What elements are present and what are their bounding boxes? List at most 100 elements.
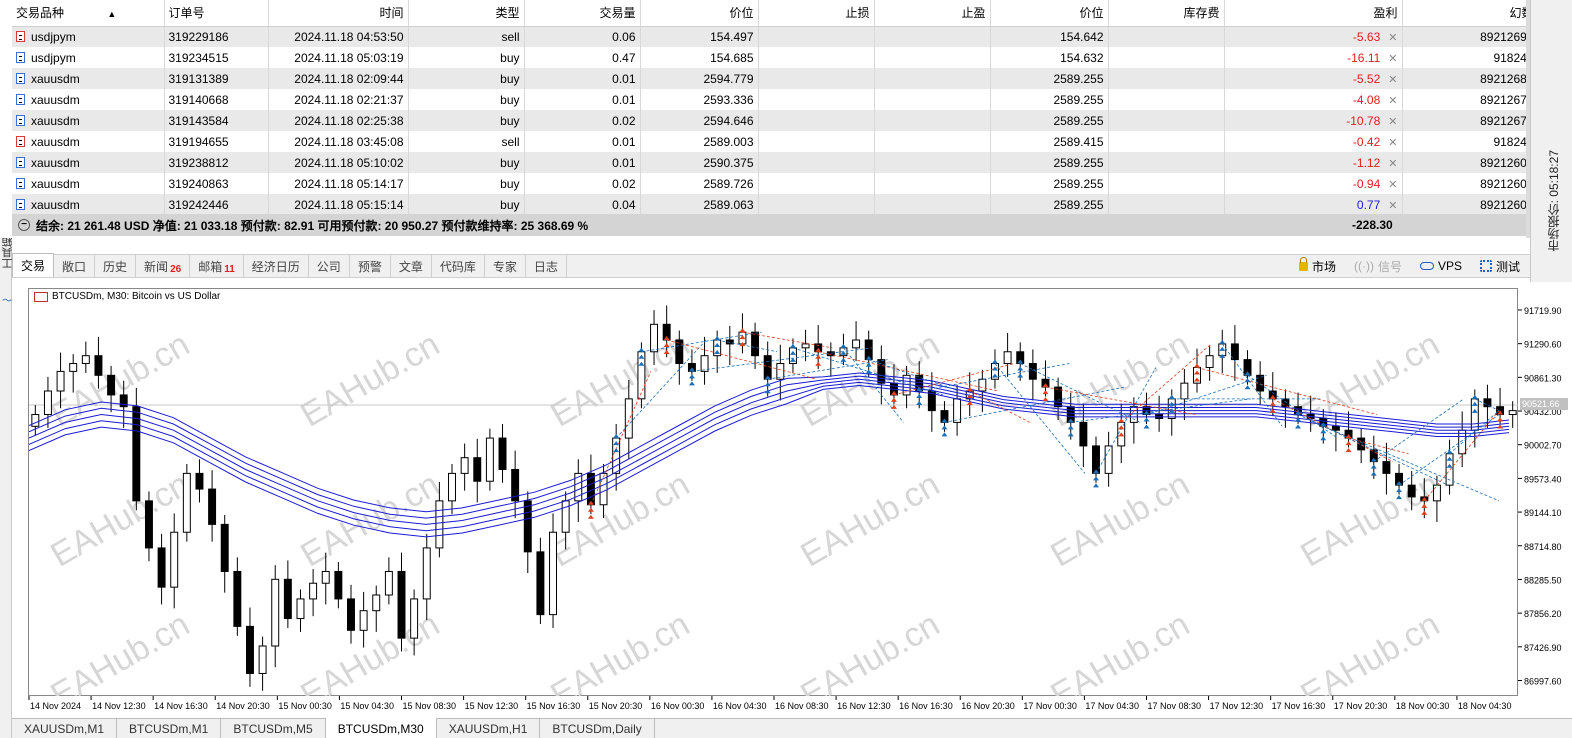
candle — [1180, 382, 1189, 400]
col-header-price[interactable]: 价位 — [990, 0, 1109, 27]
close-position-icon[interactable]: ✕ — [1388, 53, 1397, 65]
table-row[interactable]: xauusdm 319242446 2024.11.18 05:15:14 buy 0.… — [12, 194, 1539, 215]
cell-sl[interactable] — [758, 110, 875, 131]
account-summary-row[interactable]: − 结余: 21 261.48 USD 净值: 21 033.18 预付款: 8… — [12, 214, 1526, 236]
cell-tp[interactable] — [874, 26, 991, 47]
cell-sl[interactable] — [758, 131, 875, 152]
order-buy-icon — [16, 157, 25, 168]
candle — [334, 570, 343, 600]
cell-sl[interactable] — [758, 47, 875, 68]
tab-2[interactable]: 历史 — [95, 255, 137, 277]
tab-8[interactable]: 文章 — [391, 255, 432, 277]
tester-button[interactable]: 测试 — [1479, 258, 1520, 275]
cell-tp[interactable] — [874, 47, 991, 68]
col-header-volume[interactable]: 交易量 — [524, 0, 641, 27]
cell-time: 2024.11.18 03:45:08 — [268, 131, 409, 152]
candle — [31, 414, 40, 427]
symbol-tab[interactable]: XAUUSDm,H1 — [437, 719, 541, 738]
cell-symbol: usdjpym — [31, 50, 76, 65]
table-row[interactable]: usdjpym 319229186 2024.11.18 04:53:50 sell 0… — [12, 26, 1539, 47]
chart-canvas[interactable]: EAHub.cn EAHub.cn EAHub.cn EAHub.cn EAHub.cn… — [29, 289, 1519, 697]
cell-price: 2589.255 — [990, 152, 1109, 173]
symbol-tab[interactable]: BTCUSDm,M5 — [221, 719, 326, 738]
tab-10[interactable]: 专家 — [485, 255, 526, 277]
cell-tp[interactable] — [874, 194, 991, 215]
col-header-type[interactable]: 类型 — [408, 0, 525, 27]
candle — [1167, 398, 1176, 419]
line-tool-icon[interactable]: 〜 — [2, 292, 18, 308]
table-row[interactable]: xauusdm 319194655 2024.11.18 03:45:08 sell 0… — [12, 131, 1539, 152]
cell-tp[interactable] — [874, 131, 991, 152]
cell-sl[interactable] — [758, 173, 875, 194]
table-row[interactable]: usdjpym 319234515 2024.11.18 05:03:19 buy 0.… — [12, 47, 1539, 68]
close-position-icon[interactable]: ✕ — [1388, 158, 1397, 170]
tab-label: 经济日历 — [251, 259, 300, 274]
cell-tp[interactable] — [874, 152, 991, 173]
tab-3[interactable]: 新闻 26 — [136, 255, 191, 277]
cell-price: 2589.255 — [990, 173, 1109, 194]
col-header-profit[interactable]: 盈利 — [1224, 0, 1403, 27]
tab-1[interactable]: 敞口 — [54, 255, 96, 277]
symbol-tab[interactable]: XAUUSDm,M1 — [12, 719, 118, 738]
collapse-icon[interactable]: − — [18, 219, 30, 231]
tab-7[interactable]: 预警 — [350, 255, 391, 277]
candle — [801, 343, 810, 349]
table-row[interactable]: xauusdm 319131389 2024.11.18 02:09:44 buy 0.… — [12, 68, 1539, 89]
col-header-magic[interactable]: 幻数 — [1402, 0, 1539, 27]
close-position-icon[interactable]: ✕ — [1388, 74, 1397, 86]
price-tick-label: 91719.90 — [1524, 306, 1562, 316]
time-axis[interactable]: 14 Nov 2024 14 Nov 12:30 14 Nov 16:30 14 No… — [28, 696, 1572, 716]
vps-button[interactable]: VPS — [1419, 259, 1462, 273]
tab-11[interactable]: 日志 — [526, 255, 567, 277]
cell-volume: 0.02 — [524, 110, 641, 131]
col-header-tp[interactable]: 止盈 — [874, 0, 991, 27]
table-row[interactable]: xauusdm 319240863 2024.11.18 05:14:17 buy 0.… — [12, 173, 1539, 194]
cell-sl[interactable] — [758, 194, 875, 215]
price-chart[interactable]: EAHub.cn EAHub.cn EAHub.cn EAHub.cn EAHub.cn… — [28, 288, 1519, 697]
signals-button[interactable]: ((·)) 信号 — [1354, 258, 1402, 275]
cell-tp[interactable] — [874, 110, 991, 131]
col-header-sl[interactable]: 止损 — [758, 0, 875, 27]
table-row[interactable]: xauusdm 319143584 2024.11.18 02:25:38 buy 0.… — [12, 110, 1539, 131]
cell-sl[interactable] — [758, 26, 875, 47]
close-position-icon[interactable]: ✕ — [1388, 137, 1397, 149]
close-position-icon[interactable]: ✕ — [1388, 116, 1397, 128]
cell-price: 2589.255 — [990, 89, 1109, 110]
col-header-swap[interactable]: 库存费 — [1108, 0, 1225, 27]
cell-open-price: 2594.646 — [640, 110, 759, 131]
symbol-tab[interactable]: BTCUSDm,M1 — [117, 719, 222, 738]
cell-tp[interactable] — [874, 68, 991, 89]
cell-tp[interactable] — [874, 173, 991, 194]
close-position-icon[interactable]: ✕ — [1388, 32, 1397, 44]
col-header-ticket[interactable]: 订单号 — [164, 0, 269, 27]
tab-6[interactable]: 公司 — [309, 255, 350, 277]
cell-sl[interactable] — [758, 152, 875, 173]
symbol-tab[interactable]: BTCUSDm,M30 — [325, 717, 437, 738]
tab-0[interactable]: 交易 — [12, 253, 55, 277]
close-position-icon[interactable]: ✕ — [1388, 179, 1397, 191]
table-row[interactable]: xauusdm 319238812 2024.11.18 05:10:02 buy 0.… — [12, 152, 1539, 173]
cell-tp[interactable] — [874, 89, 991, 110]
table-row[interactable]: xauusdm 319140668 2024.11.18 02:21:37 buy 0.… — [12, 89, 1539, 110]
market-watch-strip[interactable]: 市场报价: 05:18:27 — [1530, 0, 1572, 282]
col-header-time[interactable]: 时间 — [268, 0, 409, 27]
cell-sl[interactable] — [758, 68, 875, 89]
tab-badge: 11 — [224, 263, 235, 275]
tab-label: 文章 — [398, 259, 423, 274]
close-position-icon[interactable]: ✕ — [1388, 200, 1397, 212]
cell-ticket: 319238812 — [164, 152, 269, 173]
watermark-text: EAHub.cn — [544, 605, 696, 697]
price-axis[interactable]: 91719.9091290.6090861.3090432.0090002.70… — [1518, 288, 1572, 696]
tab-4[interactable]: 邮箱 11 — [190, 255, 244, 277]
col-header-symbol[interactable]: 交易品种 ▲ — [12, 0, 165, 27]
candle — [321, 570, 330, 584]
cell-sl[interactable] — [758, 89, 875, 110]
col-header-open-price[interactable]: 价位 — [640, 0, 759, 27]
symbol-tab[interactable]: BTCUSDm,Daily — [540, 719, 655, 738]
close-position-icon[interactable]: ✕ — [1388, 95, 1397, 107]
cell-time: 2024.11.18 05:03:19 — [268, 47, 409, 68]
cell-symbol: xauusdm — [31, 134, 80, 149]
tab-5[interactable]: 经济日历 — [244, 255, 309, 277]
market-button[interactable]: 市场 — [1298, 256, 1336, 275]
tab-9[interactable]: 代码库 — [432, 255, 485, 277]
